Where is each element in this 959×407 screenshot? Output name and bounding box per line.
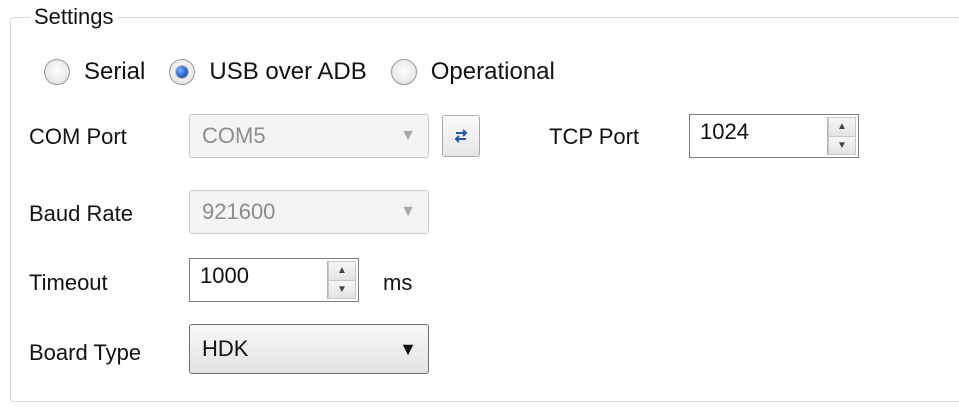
settings-panel: Settings Serial USB over ADB Operational…: [0, 0, 959, 407]
baud-rate-combo[interactable]: 921600 ▼: [189, 190, 429, 234]
refresh-com-ports-button[interactable]: [442, 115, 480, 157]
tcp-port-value[interactable]: 1024: [690, 115, 827, 157]
timeout-numeric[interactable]: 1000 ▲ ▼: [189, 258, 359, 302]
com-port-combo[interactable]: COM5 ▼: [189, 114, 429, 158]
chevron-down-icon: ▼: [400, 203, 416, 220]
refresh-icon: [454, 129, 468, 143]
board-type-combo[interactable]: HDK ▼: [189, 324, 429, 374]
spin-down-icon[interactable]: ▼: [828, 136, 856, 155]
radio-operational-indicator[interactable]: [390, 59, 417, 85]
tcp-port-label: TCP Port: [549, 124, 640, 149]
settings-group-title: Settings: [30, 4, 118, 30]
connection-mode-radio-group: Serial USB over ADB Operational: [44, 52, 579, 92]
board-type-label: Board Type: [29, 340, 142, 365]
radio-usb-over-adb[interactable]: USB over ADB: [169, 58, 367, 86]
com-port-label: COM Port: [29, 124, 127, 149]
radio-operational-label: Operational: [430, 58, 555, 85]
radio-serial-indicator[interactable]: [44, 59, 70, 85]
chevron-down-icon: ▼: [400, 127, 416, 144]
timeout-label: Timeout: [29, 270, 108, 295]
tcp-port-numeric[interactable]: 1024 ▲ ▼: [689, 114, 859, 158]
tcp-port-spin-buttons: ▲ ▼: [827, 117, 856, 155]
chevron-down-icon: ▼: [399, 338, 417, 359]
spin-up-icon[interactable]: ▲: [328, 261, 356, 281]
baud-rate-label: Baud Rate: [29, 201, 133, 226]
baud-rate-value: 921600: [202, 199, 276, 224]
timeout-value[interactable]: 1000: [190, 259, 327, 301]
com-port-value: COM5: [202, 123, 266, 148]
radio-operational[interactable]: Operational: [390, 58, 555, 86]
spin-up-icon[interactable]: ▲: [828, 117, 856, 137]
timeout-unit-label: ms: [383, 270, 413, 295]
spin-down-icon[interactable]: ▼: [328, 280, 356, 299]
timeout-spin-buttons: ▲ ▼: [327, 261, 356, 299]
radio-serial[interactable]: Serial: [44, 58, 145, 86]
radio-usb-over-adb-label: USB over ADB: [209, 58, 367, 85]
radio-usb-over-adb-indicator[interactable]: [169, 59, 196, 85]
radio-serial-label: Serial: [84, 58, 146, 85]
board-type-value: HDK: [202, 336, 249, 361]
